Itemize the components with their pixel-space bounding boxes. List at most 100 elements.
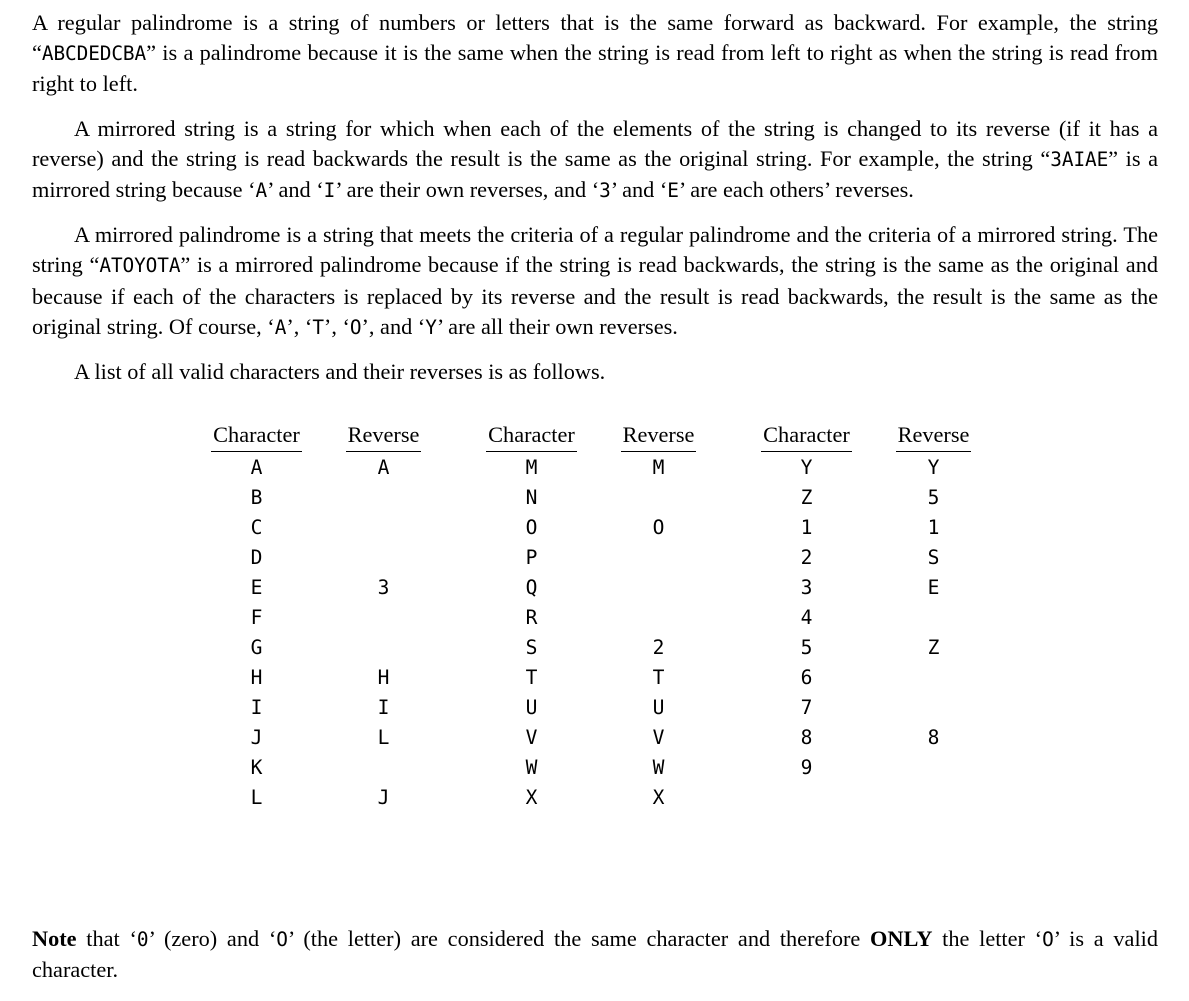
table-row: I I U U 7 [193,693,997,723]
paragraph-list-intro: A list of all valid characters and their… [32,357,1158,387]
code-span: ATOYOTA [99,254,181,278]
table-row: B N Z 5 [193,483,997,513]
cell-reverse: 8 [927,726,940,750]
note-paragraph: Note that ‘0’ (zero) and ‘O’ (the letter… [32,924,1158,985]
code-span: O [349,315,362,339]
column-header-character-3: Character [743,420,870,453]
cell-reverse [595,603,722,633]
cell-reverse: O [652,516,665,540]
cell-gap [722,633,743,663]
cell-gap [722,453,743,483]
cell-gap [447,753,468,783]
table-header-row: Character Reverse Character Reverse Char… [193,420,997,453]
cell-character: Z [800,486,813,510]
code-span: I [323,179,336,203]
cell-reverse [320,543,447,573]
cell-character: T [525,666,538,690]
cell-character: 7 [800,696,813,720]
cell-gap [447,513,468,543]
cell-character: C [250,516,263,540]
code-span: O [1042,928,1054,951]
code-span: A [274,315,287,339]
cell-character: E [250,576,263,600]
column-header-reverse-2: Reverse [595,420,722,453]
text-span: ’ are their own reverses, and ‘ [335,177,600,203]
cell-reverse: 5 [927,486,940,510]
cell-reverse: 3 [377,576,390,600]
text-span: ’, and ‘ [361,313,426,339]
cell-character: N [525,486,538,510]
table-row: C O O 1 1 [193,513,997,543]
column-header-character-1: Character [193,420,320,453]
cell-reverse: E [927,576,940,600]
cell-character: M [525,456,538,480]
cell-reverse: X [652,786,665,810]
cell-character: B [250,486,263,510]
table-row: K W W 9 [193,753,997,783]
cell-gap [722,783,743,813]
table-row: AAMMYY [193,453,997,483]
cell-reverse [320,603,447,633]
cell-gap [722,693,743,723]
table-row: F R 4 [193,603,997,633]
cell-reverse: J [377,786,390,810]
cell-reverse [595,483,722,513]
text-span: ’ and ‘ [610,177,668,203]
cell-gap [447,633,468,663]
code-span: T [312,315,324,339]
cell-reverse: U [652,696,665,720]
cell-gap [722,543,743,573]
cell-gap [447,483,468,513]
cell-reverse [870,693,997,723]
cell-reverse: 2 [652,636,665,660]
cell-gap [447,573,468,603]
emphasis-span: ONLY [870,926,933,951]
cell-reverse: 1 [927,516,940,540]
cell-gap [447,723,468,753]
cell-character: 4 [800,606,813,630]
cell-character: G [250,636,263,660]
cell-gap [722,753,743,783]
emphasis-span: Note [32,926,77,951]
table-row: G S 2 5 Z [193,633,997,663]
cell-gap [447,693,468,723]
cell-reverse [870,753,997,783]
cell-gap [722,513,743,543]
text-span: ’ (zero) and ‘ [148,926,277,951]
cell-reverse: I [377,696,390,720]
text-span: ’ are each others’ reverses. [678,177,914,203]
cell-character: Q [525,576,538,600]
code-span: A [255,179,268,203]
text-span: ’, ‘ [286,313,313,339]
cell-reverse [870,603,997,633]
cell-character: I [250,696,263,720]
cell-gap [447,543,468,573]
cell-reverse [870,783,997,813]
cell-reverse [870,663,997,693]
cell-gap [447,663,468,693]
note-block: Note that ‘0’ (zero) and ‘O’ (the letter… [32,924,1158,985]
cell-reverse: L [377,726,390,750]
cell-character: P [525,546,538,570]
cell-reverse: H [377,666,390,690]
table-body: AAMMYYBNZ5COO11DP2SE3Q3EFR4GS25ZHHTT6IIU… [193,453,997,813]
table-row: J L V V 8 8 [193,723,997,753]
cell-character: 8 [800,726,813,750]
cell-character: W [525,756,538,780]
cell-character: 2 [800,546,813,570]
cell-reverse [595,543,722,573]
text-span: A list of all valid characters and their… [74,359,606,385]
text-span: ” is a palindrome because it is the same… [32,40,1158,97]
body-paragraphs: A regular palindrome is a string of numb… [32,8,1158,387]
cell-gap [722,573,743,603]
cell-character: F [250,606,263,630]
table-head: Character Reverse Character Reverse Char… [193,420,997,453]
cell-character: 1 [800,516,813,540]
cell-character: 3 [800,576,813,600]
cell-character: S [525,636,538,660]
text-span: that ‘ [76,926,137,951]
table-row: D P 2 S [193,543,997,573]
cell-reverse [595,573,722,603]
header-gap-2 [722,420,743,453]
code-span: 3 [599,179,611,203]
